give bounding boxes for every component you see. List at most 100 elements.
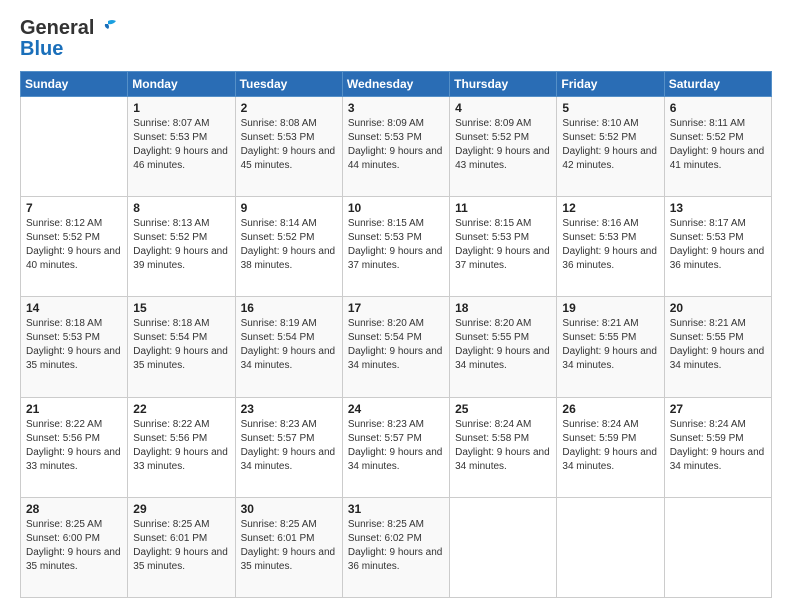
cell-info: Sunrise: 8:24 AMSunset: 5:58 PMDaylight:… bbox=[455, 418, 551, 474]
calendar-cell bbox=[21, 97, 128, 197]
calendar-cell: 16Sunrise: 8:19 AMSunset: 5:54 PMDayligh… bbox=[235, 297, 342, 397]
day-number: 6 bbox=[670, 101, 766, 115]
day-number: 4 bbox=[455, 101, 551, 115]
cell-info: Sunrise: 8:25 AMSunset: 6:01 PMDaylight:… bbox=[241, 518, 337, 574]
weekday-header-sunday: Sunday bbox=[21, 72, 128, 97]
cell-info: Sunrise: 8:09 AMSunset: 5:53 PMDaylight:… bbox=[348, 117, 444, 173]
day-number: 11 bbox=[455, 201, 551, 215]
day-number: 25 bbox=[455, 402, 551, 416]
logo: General Blue bbox=[20, 18, 116, 61]
day-number: 19 bbox=[562, 301, 658, 315]
day-number: 21 bbox=[26, 402, 122, 416]
cell-info: Sunrise: 8:16 AMSunset: 5:53 PMDaylight:… bbox=[562, 217, 658, 273]
calendar-cell: 8Sunrise: 8:13 AMSunset: 5:52 PMDaylight… bbox=[128, 197, 235, 297]
logo-general-text: General bbox=[20, 18, 94, 38]
calendar-cell: 23 Sunrise: 8:23 AMSunset: 5:57 PMDayligh… bbox=[235, 397, 342, 497]
calendar-cell: 29Sunrise: 8:25 AMSunset: 6:01 PMDayligh… bbox=[128, 497, 235, 597]
day-number: 10 bbox=[348, 201, 444, 215]
cell-info: Sunrise: 8:14 AMSunset: 5:52 PMDaylight:… bbox=[241, 217, 337, 273]
calendar-cell: 25 Sunrise: 8:24 AMSunset: 5:58 PMDayligh… bbox=[450, 397, 557, 497]
cell-info: Sunrise: 8:22 AMSunset: 5:56 PMDaylight:… bbox=[26, 418, 122, 474]
calendar-cell bbox=[450, 497, 557, 597]
cell-info: Sunrise: 8:23 AMSunset: 5:57 PMDaylight:… bbox=[348, 418, 444, 474]
weekday-header-thursday: Thursday bbox=[450, 72, 557, 97]
cell-info: Sunrise: 8:10 AMSunset: 5:52 PMDaylight:… bbox=[562, 117, 658, 173]
cell-info: Sunrise: 8:18 AMSunset: 5:54 PMDaylight:… bbox=[133, 317, 229, 373]
day-number: 17 bbox=[348, 301, 444, 315]
calendar-cell: 30Sunrise: 8:25 AMSunset: 6:01 PMDayligh… bbox=[235, 497, 342, 597]
cell-info: Sunrise: 8:12 AMSunset: 5:52 PMDaylight:… bbox=[26, 217, 122, 273]
header: General Blue bbox=[20, 18, 772, 61]
day-number: 5 bbox=[562, 101, 658, 115]
calendar-cell: 21 Sunrise: 8:22 AMSunset: 5:56 PMDayligh… bbox=[21, 397, 128, 497]
day-number: 26 bbox=[562, 402, 658, 416]
cell-info: Sunrise: 8:17 AMSunset: 5:53 PMDaylight:… bbox=[670, 217, 766, 273]
calendar-cell: 22 Sunrise: 8:22 AMSunset: 5:56 PMDayligh… bbox=[128, 397, 235, 497]
day-number: 29 bbox=[133, 502, 229, 516]
weekday-header-wednesday: Wednesday bbox=[342, 72, 449, 97]
cell-info: Sunrise: 8:20 AMSunset: 5:54 PMDaylight:… bbox=[348, 317, 444, 373]
calendar-cell: 5 Sunrise: 8:10 AMSunset: 5:52 PMDaylight… bbox=[557, 97, 664, 197]
day-number: 16 bbox=[241, 301, 337, 315]
page: General Blue SundayMondayTuesdayWednesda… bbox=[0, 0, 792, 612]
calendar-cell: 18 Sunrise: 8:20 AMSunset: 5:55 PMDayligh… bbox=[450, 297, 557, 397]
weekday-header-monday: Monday bbox=[128, 72, 235, 97]
calendar-cell: 17 Sunrise: 8:20 AMSunset: 5:54 PMDayligh… bbox=[342, 297, 449, 397]
calendar-cell: 27Sunrise: 8:24 AMSunset: 5:59 PMDayligh… bbox=[664, 397, 771, 497]
cell-info: Sunrise: 8:25 AMSunset: 6:00 PMDaylight:… bbox=[26, 518, 122, 574]
cell-info: Sunrise: 8:15 AMSunset: 5:53 PMDaylight:… bbox=[455, 217, 551, 273]
day-number: 18 bbox=[455, 301, 551, 315]
day-number: 22 bbox=[133, 402, 229, 416]
day-number: 28 bbox=[26, 502, 122, 516]
day-number: 15 bbox=[133, 301, 229, 315]
calendar-cell: 14 Sunrise: 8:18 AMSunset: 5:53 PMDayligh… bbox=[21, 297, 128, 397]
cell-info: Sunrise: 8:21 AMSunset: 5:55 PMDaylight:… bbox=[670, 317, 766, 373]
calendar-cell: 26 Sunrise: 8:24 AMSunset: 5:59 PMDayligh… bbox=[557, 397, 664, 497]
cell-info: Sunrise: 8:08 AMSunset: 5:53 PMDaylight:… bbox=[241, 117, 337, 173]
cell-info: Sunrise: 8:07 AMSunset: 5:53 PMDaylight:… bbox=[133, 117, 229, 173]
cell-info: Sunrise: 8:24 AMSunset: 5:59 PMDaylight:… bbox=[670, 418, 766, 474]
day-number: 2 bbox=[241, 101, 337, 115]
calendar-cell: 24 Sunrise: 8:23 AMSunset: 5:57 PMDayligh… bbox=[342, 397, 449, 497]
cell-info: Sunrise: 8:20 AMSunset: 5:55 PMDaylight:… bbox=[455, 317, 551, 373]
calendar-cell: 31 Sunrise: 8:25 AMSunset: 6:02 PMDayligh… bbox=[342, 497, 449, 597]
day-number: 3 bbox=[348, 101, 444, 115]
cell-info: Sunrise: 8:24 AMSunset: 5:59 PMDaylight:… bbox=[562, 418, 658, 474]
day-number: 24 bbox=[348, 402, 444, 416]
cell-info: Sunrise: 8:22 AMSunset: 5:56 PMDaylight:… bbox=[133, 418, 229, 474]
cell-info: Sunrise: 8:18 AMSunset: 5:53 PMDaylight:… bbox=[26, 317, 122, 373]
day-number: 23 bbox=[241, 402, 337, 416]
logo-blue-text: Blue bbox=[20, 38, 116, 61]
day-number: 31 bbox=[348, 502, 444, 516]
calendar-cell bbox=[664, 497, 771, 597]
calendar-cell: 20Sunrise: 8:21 AMSunset: 5:55 PMDayligh… bbox=[664, 297, 771, 397]
calendar-week-4: 28 Sunrise: 8:25 AMSunset: 6:00 PMDayligh… bbox=[21, 497, 772, 597]
calendar-week-3: 21 Sunrise: 8:22 AMSunset: 5:56 PMDayligh… bbox=[21, 397, 772, 497]
calendar-cell: 1Sunrise: 8:07 AMSunset: 5:53 PMDaylight… bbox=[128, 97, 235, 197]
calendar-cell: 11 Sunrise: 8:15 AMSunset: 5:53 PMDayligh… bbox=[450, 197, 557, 297]
day-number: 12 bbox=[562, 201, 658, 215]
calendar-cell: 7Sunrise: 8:12 AMSunset: 5:52 PMDaylight… bbox=[21, 197, 128, 297]
day-number: 8 bbox=[133, 201, 229, 215]
calendar-cell: 15 Sunrise: 8:18 AMSunset: 5:54 PMDayligh… bbox=[128, 297, 235, 397]
calendar-cell: 9 Sunrise: 8:14 AMSunset: 5:52 PMDaylight… bbox=[235, 197, 342, 297]
cell-info: Sunrise: 8:11 AMSunset: 5:52 PMDaylight:… bbox=[670, 117, 766, 173]
day-number: 9 bbox=[241, 201, 337, 215]
logo-bird-icon bbox=[94, 19, 116, 37]
calendar-week-0: 1Sunrise: 8:07 AMSunset: 5:53 PMDaylight… bbox=[21, 97, 772, 197]
cell-info: Sunrise: 8:21 AMSunset: 5:55 PMDaylight:… bbox=[562, 317, 658, 373]
cell-info: Sunrise: 8:23 AMSunset: 5:57 PMDaylight:… bbox=[241, 418, 337, 474]
calendar-table: SundayMondayTuesdayWednesdayThursdayFrid… bbox=[20, 71, 772, 598]
cell-info: Sunrise: 8:09 AMSunset: 5:52 PMDaylight:… bbox=[455, 117, 551, 173]
day-number: 14 bbox=[26, 301, 122, 315]
cell-info: Sunrise: 8:25 AMSunset: 6:02 PMDaylight:… bbox=[348, 518, 444, 574]
calendar-cell: 2 Sunrise: 8:08 AMSunset: 5:53 PMDaylight… bbox=[235, 97, 342, 197]
weekday-header-friday: Friday bbox=[557, 72, 664, 97]
calendar-cell bbox=[557, 497, 664, 597]
calendar-cell: 19 Sunrise: 8:21 AMSunset: 5:55 PMDayligh… bbox=[557, 297, 664, 397]
weekday-header-tuesday: Tuesday bbox=[235, 72, 342, 97]
calendar-cell: 4 Sunrise: 8:09 AMSunset: 5:52 PMDaylight… bbox=[450, 97, 557, 197]
calendar-cell: 3 Sunrise: 8:09 AMSunset: 5:53 PMDaylight… bbox=[342, 97, 449, 197]
day-number: 13 bbox=[670, 201, 766, 215]
calendar-cell: 28 Sunrise: 8:25 AMSunset: 6:00 PMDayligh… bbox=[21, 497, 128, 597]
